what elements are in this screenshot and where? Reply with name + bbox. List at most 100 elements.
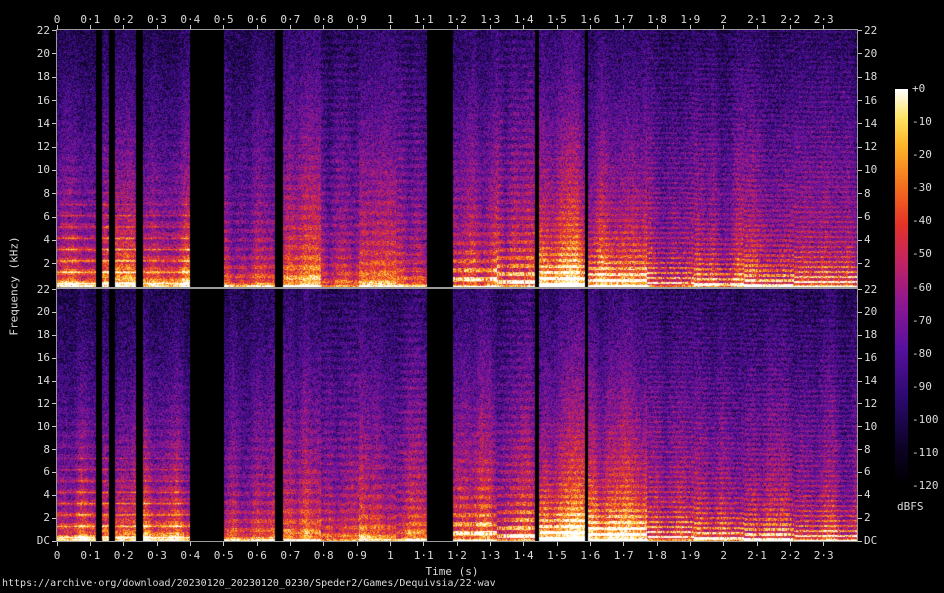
- tick-mark: [858, 77, 862, 78]
- tick-mark: [858, 100, 862, 101]
- freq-tick-label-right: 4: [864, 489, 871, 501]
- time-tick-label-top: 1·5: [547, 13, 567, 26]
- freq-tick-label-left: 18: [37, 71, 50, 83]
- time-tick-label-top: 0·8: [314, 13, 334, 26]
- freq-tick-label-right: 20: [864, 306, 877, 318]
- colorbar-tick-label: -80: [912, 348, 932, 360]
- tick-mark: [790, 542, 791, 546]
- tick-mark: [858, 335, 862, 336]
- tick-mark: [52, 358, 56, 359]
- freq-tick-label-left: 2: [43, 258, 50, 270]
- time-tick-label-bottom: 0·1: [80, 549, 100, 562]
- time-tick-label-bottom: 0·2: [114, 549, 134, 562]
- freq-tick-label-left: 6: [43, 211, 50, 223]
- colorbar-unit-label: dBFS: [897, 500, 924, 513]
- freq-tick-label-left: 16: [37, 352, 50, 364]
- tick-mark: [858, 30, 862, 31]
- tick-mark: [858, 123, 862, 124]
- freq-tick-label-right: 2: [864, 512, 871, 524]
- tick-mark: [858, 240, 862, 241]
- time-tick-label-top: 1·1: [414, 13, 434, 26]
- x-axis-label: Time (s): [426, 565, 479, 578]
- tick-mark: [52, 495, 56, 496]
- tick-mark: [52, 426, 56, 427]
- tick-mark: [858, 289, 862, 290]
- tick-mark: [90, 542, 91, 546]
- freq-tick-label-right: DC: [864, 535, 877, 547]
- time-tick-label-top: 1·3: [480, 13, 500, 26]
- tick-mark: [52, 100, 56, 101]
- colorbar-tick-label: -50: [912, 248, 932, 260]
- tick-mark: [723, 542, 724, 546]
- time-tick-label-top: 0·9: [347, 13, 367, 26]
- tick-mark: [858, 312, 862, 313]
- time-tick-label-top: 0·6: [247, 13, 267, 26]
- freq-tick-label-right: 2: [864, 258, 871, 270]
- time-tick-label-bottom: 0·9: [347, 549, 367, 562]
- freq-tick-label-right: 6: [864, 211, 871, 223]
- tick-mark: [623, 542, 624, 546]
- tick-mark: [757, 542, 758, 546]
- tick-mark: [858, 170, 862, 171]
- freq-tick-label-right: 8: [864, 444, 871, 456]
- time-tick-label-top: 0: [54, 13, 61, 26]
- freq-tick-label-left: 8: [43, 188, 50, 200]
- tick-mark: [858, 193, 862, 194]
- time-tick-label-bottom: 0·3: [147, 549, 167, 562]
- time-tick-label-bottom: 1·6: [580, 549, 600, 562]
- time-tick-label-top: 1: [387, 13, 394, 26]
- tick-mark: [52, 312, 56, 313]
- freq-tick-label-right: 12: [864, 141, 877, 153]
- tick-mark: [52, 193, 56, 194]
- time-tick-label-bottom: 0·4: [180, 549, 200, 562]
- time-tick-label-top: 1·9: [680, 13, 700, 26]
- time-tick-label-top: 0·5: [214, 13, 234, 26]
- spectrogram-figure: Frequency (kHz) 000·10·10·20·20·30·30·40…: [0, 0, 944, 593]
- spectrogram-channel-1: [56, 29, 858, 288]
- time-tick-label-top: 0·3: [147, 13, 167, 26]
- freq-tick-label-left: 6: [43, 466, 50, 478]
- tick-mark: [557, 542, 558, 546]
- time-tick-label-top: 1·2: [447, 13, 467, 26]
- tick-mark: [858, 472, 862, 473]
- time-tick-label-top: 0·1: [80, 13, 100, 26]
- colorbar-tick-label: -40: [912, 215, 932, 227]
- colorbar-tick-label: -60: [912, 282, 932, 294]
- tick-mark: [52, 263, 56, 264]
- tick-mark: [52, 403, 56, 404]
- tick-mark: [52, 170, 56, 171]
- source-url-caption: https://archive·org/download/20230120_20…: [2, 578, 496, 589]
- time-tick-label-bottom: 0·6: [247, 549, 267, 562]
- tick-mark: [257, 542, 258, 546]
- freq-tick-label-left: 22: [37, 25, 50, 37]
- tick-mark: [52, 449, 56, 450]
- tick-mark: [52, 472, 56, 473]
- tick-mark: [657, 542, 658, 546]
- time-tick-label-top: 0·7: [280, 13, 300, 26]
- time-tick-label-bottom: 1·7: [614, 549, 634, 562]
- time-tick-label-top: 0·4: [180, 13, 200, 26]
- time-tick-label-top: 2·3: [814, 13, 834, 26]
- time-tick-label-bottom: 1·1: [414, 549, 434, 562]
- tick-mark: [858, 358, 862, 359]
- tick-mark: [123, 542, 124, 546]
- time-tick-label-bottom: 0·7: [280, 549, 300, 562]
- tick-mark: [52, 335, 56, 336]
- tick-mark: [490, 542, 491, 546]
- freq-tick-label-left: DC: [37, 535, 50, 547]
- freq-tick-label-right: 18: [864, 71, 877, 83]
- freq-tick-label-left: 10: [37, 421, 50, 433]
- tick-mark: [858, 541, 862, 542]
- time-tick-label-bottom: 1·8: [647, 549, 667, 562]
- freq-tick-label-right: 10: [864, 421, 877, 433]
- time-tick-label-bottom: 1·5: [547, 549, 567, 562]
- spectrogram-canvas-channel-1: [57, 30, 857, 287]
- freq-tick-label-left: 16: [37, 95, 50, 107]
- time-tick-label-bottom: 1·4: [514, 549, 534, 562]
- freq-tick-label-right: 14: [864, 375, 877, 387]
- tick-mark: [690, 542, 691, 546]
- freq-tick-label-right: 16: [864, 352, 877, 364]
- spectrogram-channel-2: [56, 288, 858, 542]
- colorbar-tick-label: -120: [912, 480, 939, 492]
- time-tick-label-bottom: 0·8: [314, 549, 334, 562]
